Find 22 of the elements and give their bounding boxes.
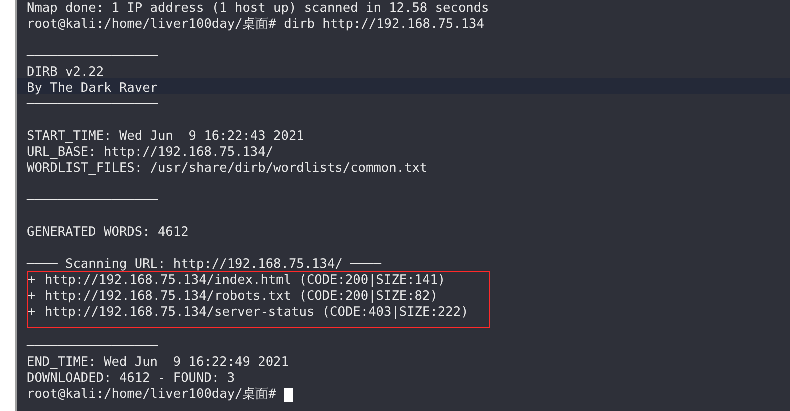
terminal-line: root@kali:/home/liver100day/桌面# dirb http://192.168.75.134 [27, 17, 484, 33]
terminal-line: WORDLIST_FILES: /usr/share/dirb/wordlists/common.txt [27, 161, 428, 177]
separator-line: ───────────────── [27, 339, 158, 355]
found-url-line: http://192.168.75.134/index.html (CODE:200|SIZE:141) [45, 273, 446, 289]
separator-line: ───────────────── [27, 49, 158, 65]
separator-line: ───────────────── [27, 193, 158, 209]
result-prefix: + [28, 273, 37, 289]
terminal-line: GENERATED WORDS: 4612 [27, 225, 189, 241]
terminal-line: ──── Scanning URL: http://192.168.75.134/ ──── [27, 257, 382, 273]
result-prefix: + [28, 289, 37, 305]
found-url-line: http://192.168.75.134/server-status (CODE:403|SIZE:222) [45, 305, 469, 321]
result-prefix: + [28, 305, 37, 321]
separator-line: ───────────────── [27, 97, 158, 113]
terminal-line: DOWNLOADED: 4612 - FOUND: 3 [27, 371, 236, 387]
terminal-line: URL_BASE: http://192.168.75.134/ [27, 145, 274, 161]
prompt-line: root@kali:/home/liver100day/桌面# [27, 387, 276, 403]
terminal-line: By The Dark Raver [27, 81, 158, 97]
found-url-line: http://192.168.75.134/robots.txt (CODE:200|SIZE:82) [45, 289, 438, 305]
terminal-line: DIRB v2.22 [27, 65, 104, 81]
terminal-line: END_TIME: Wed Jun 9 16:22:49 2021 [27, 355, 289, 371]
terminal-line: START_TIME: Wed Jun 9 16:22:43 2021 [27, 129, 304, 145]
terminal-line: Nmap done: 1 IP address (1 host up) scanned in 12.58 seconds [27, 1, 490, 17]
